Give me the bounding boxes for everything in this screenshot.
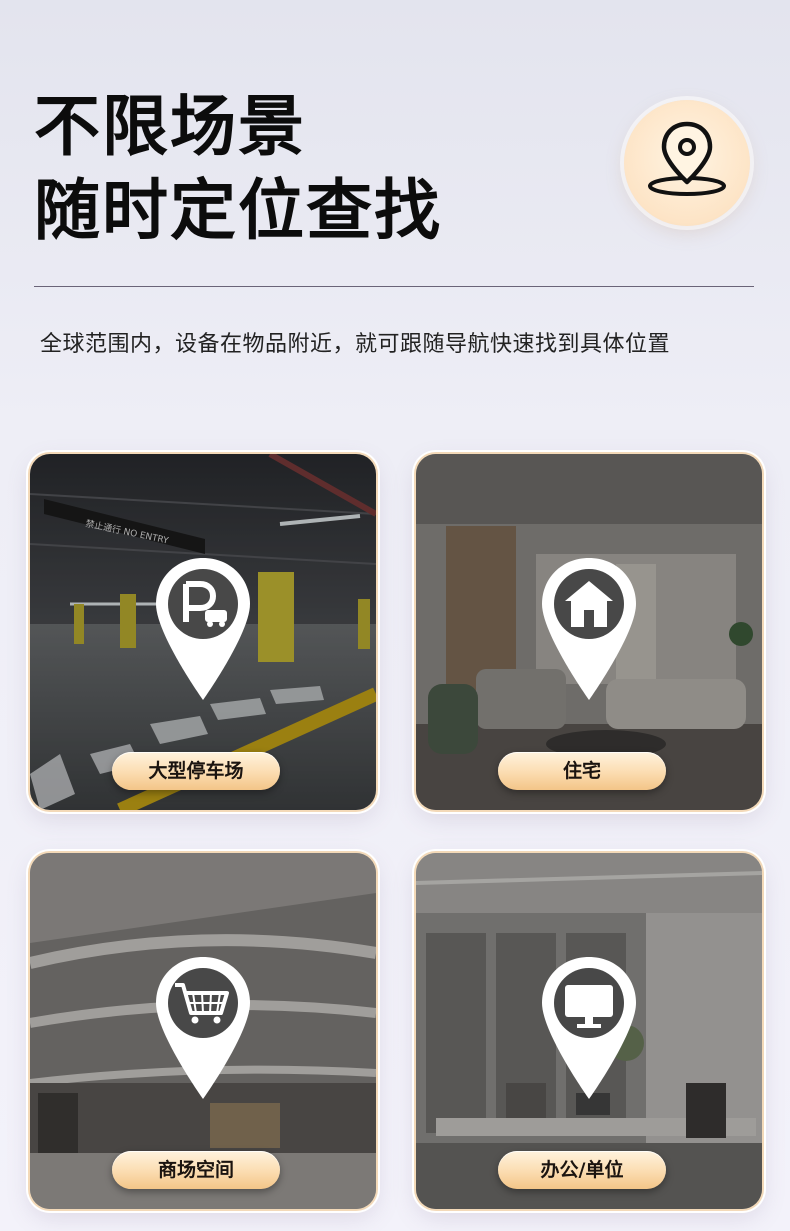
divider [34, 286, 754, 287]
page-title-line-2: 随时定位查找 [34, 172, 442, 249]
house-icon [542, 558, 636, 700]
scene-label-parking[interactable]: 大型停车场 [112, 752, 280, 790]
location-pin-icon [648, 121, 726, 196]
scene-label-office[interactable]: 办公/单位 [498, 1151, 666, 1189]
location-badge [624, 100, 750, 226]
shopping-cart-icon [156, 957, 250, 1099]
scene-card-parking[interactable]: 禁止通行 NO ENTRY 大型停车场 [30, 454, 376, 810]
scene-card-office[interactable]: 办公/单位 [416, 853, 762, 1209]
parking-icon [156, 558, 250, 700]
monitor-icon [542, 957, 636, 1099]
scene-card-mall[interactable]: 商场空间 [30, 853, 376, 1209]
scene-card-residence[interactable]: 住宅 [416, 454, 762, 810]
scene-label-residence[interactable]: 住宅 [498, 752, 666, 790]
subtitle: 全球范围内，设备在物品附近，就可跟随导航快速找到具体位置 [40, 332, 671, 357]
scene-label-mall[interactable]: 商场空间 [112, 1151, 280, 1189]
page-title-line-1: 不限场景 [34, 88, 306, 165]
